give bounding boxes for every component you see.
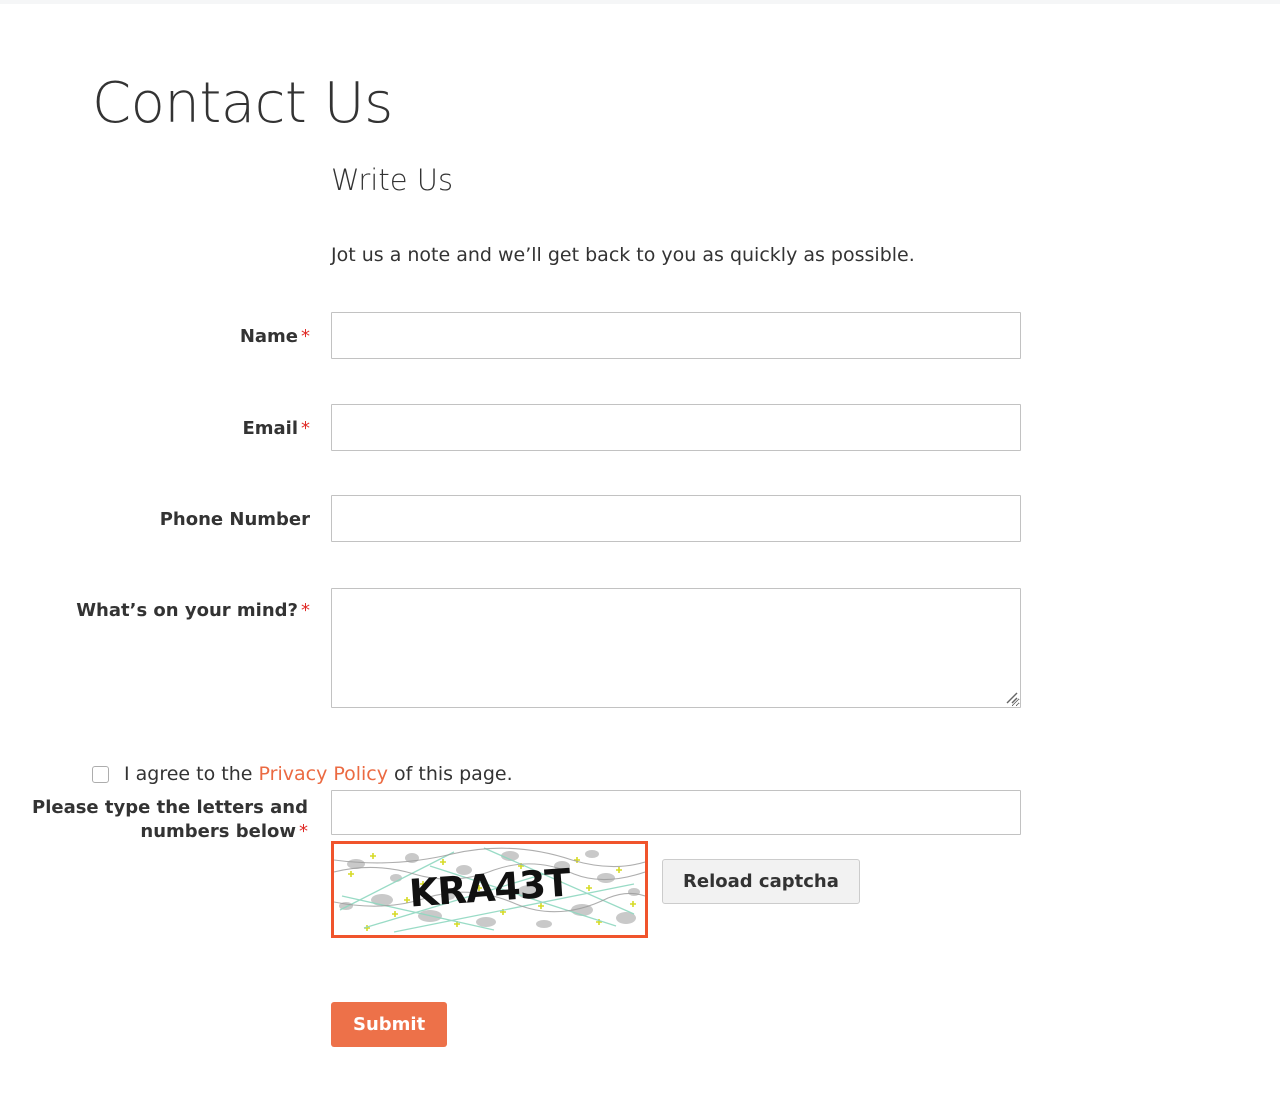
label-phone: Phone Number — [0, 508, 310, 532]
form-note: Jot us a note and we’ll get back to you … — [331, 244, 915, 266]
phone-input[interactable] — [331, 495, 1021, 542]
required-asterisk: * — [301, 600, 310, 621]
submit-button[interactable]: Submit — [331, 1002, 448, 1047]
control-captcha: KRA43T Reload captcha — [331, 790, 1021, 938]
privacy-agreement-label: I agree to the Privacy Policy of this pa… — [124, 763, 513, 787]
label-captcha-text: Please type the letters and numbers belo… — [32, 797, 308, 842]
privacy-agreement-row: I agree to the Privacy Policy of this pa… — [92, 763, 513, 787]
label-comment-text: What’s on your mind? — [76, 600, 298, 621]
captcha-image-row: KRA43T Reload captcha — [331, 841, 1021, 938]
privacy-agreement-checkbox[interactable] — [92, 766, 109, 783]
captcha-input[interactable] — [331, 790, 1021, 835]
page-top-strip — [0, 0, 1280, 4]
privacy-policy-link[interactable]: Privacy Policy — [259, 763, 388, 785]
required-asterisk: * — [301, 326, 310, 347]
reload-captcha-button[interactable]: Reload captcha — [662, 859, 860, 904]
page-title: Contact Us — [92, 70, 393, 136]
label-phone-text: Phone Number — [159, 509, 310, 530]
label-comment: What’s on your mind? * — [0, 599, 310, 623]
label-captcha: Please type the letters and numbers belo… — [0, 796, 308, 844]
required-asterisk: * — [301, 418, 310, 439]
control-phone — [331, 495, 1021, 542]
control-name — [331, 312, 1021, 359]
label-name-text: Name — [239, 326, 298, 347]
label-email: Email * — [0, 417, 310, 441]
control-email — [331, 404, 1021, 451]
captcha-image: KRA43T — [331, 841, 648, 938]
label-email-text: Email — [242, 418, 298, 439]
comment-textarea[interactable] — [331, 588, 1021, 708]
name-input[interactable] — [331, 312, 1021, 359]
agreement-text-before: I agree to the — [124, 763, 253, 785]
label-name: Name * — [0, 325, 310, 349]
agreement-text-after: of this page. — [394, 763, 513, 785]
control-comment — [331, 588, 1021, 708]
email-input[interactable] — [331, 404, 1021, 451]
form-legend: Write Us — [331, 163, 454, 197]
required-asterisk: * — [299, 820, 308, 842]
